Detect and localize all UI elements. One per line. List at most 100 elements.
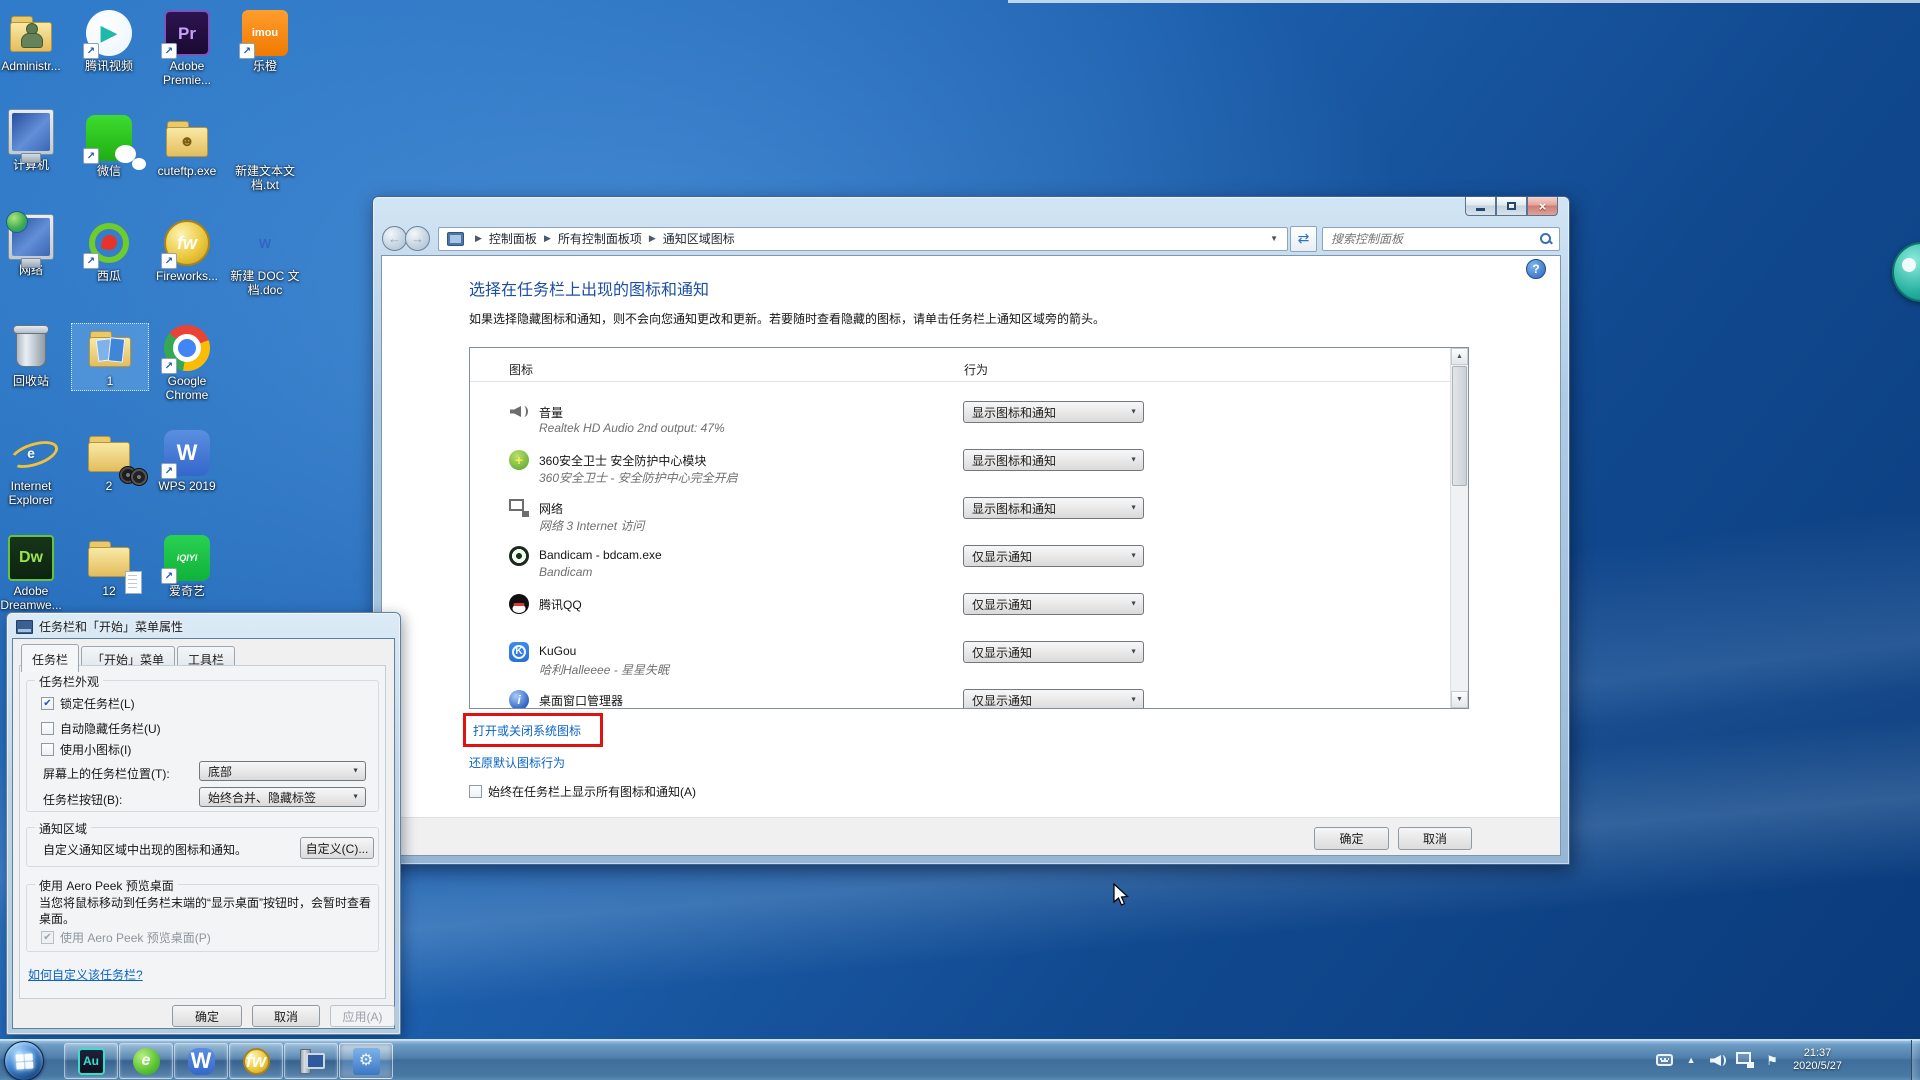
behavior-dropdown[interactable]: 显示图标和通知 — [963, 497, 1144, 519]
taskbar-button-fireworks[interactable]: fw — [229, 1043, 283, 1079]
forward-button[interactable]: → — [405, 226, 430, 251]
scroll-down-icon[interactable]: ▼ — [1451, 691, 1468, 708]
help-icon[interactable]: ? — [1526, 259, 1546, 279]
desktop-icon-network[interactable]: 网络 — [0, 218, 69, 280]
back-button[interactable]: ← — [382, 226, 407, 251]
behavior-dropdown[interactable]: 仅显示通知 — [963, 545, 1144, 567]
aero-peek-checkbox[interactable] — [41, 931, 54, 944]
maximize-button[interactable] — [1496, 197, 1527, 216]
taskbar-button-computer-explorer[interactable] — [284, 1043, 338, 1079]
behavior-dropdown[interactable]: 仅显示通知 — [963, 641, 1144, 663]
tray-hidden-up-arrow-icon[interactable]: ▲ — [1682, 1051, 1700, 1069]
taskbar-location-dropdown[interactable]: 底部 — [199, 761, 366, 781]
appearance-checkbox[interactable] — [41, 722, 54, 735]
appearance-checkbox[interactable] — [41, 743, 54, 756]
tab-taskbar[interactable]: 任务栏 — [21, 644, 79, 672]
address-bar[interactable]: ▶ 控制面板▶所有控制面板项▶通知区域图标 ▼ — [438, 227, 1288, 251]
desktop-icon-folder-1[interactable]: 1 — [71, 323, 149, 391]
close-button[interactable]: × — [1527, 197, 1558, 216]
behavior-value: 仅显示通知 — [972, 548, 1032, 565]
taskbar-buttons-dropdown[interactable]: 始终合并、隐藏标签 — [199, 787, 366, 807]
desktop-icon-new-text-file[interactable]: 新建文本文 档.txt — [227, 113, 303, 195]
taskbar-clock[interactable]: 21:37 2020/5/27 — [1793, 1047, 1842, 1073]
tray-network-icon[interactable] — [1736, 1051, 1754, 1069]
desktop-icon-imou-lecheng[interactable]: imou乐橙 — [227, 8, 303, 76]
show-all-icons-checkbox[interactable] — [469, 785, 482, 798]
system-icons-link[interactable]: 打开或关闭系统图标 — [473, 722, 581, 739]
recycle-icon — [16, 329, 46, 367]
breadcrumb-arrow-icon: ▶ — [475, 233, 482, 244]
customize-taskbar-help-link[interactable]: 如何自定义该任务栏? — [28, 966, 143, 983]
desktop-icon-xigua[interactable]: 西瓜 — [71, 218, 147, 286]
icon-wrap: fw — [164, 220, 210, 266]
person-decoration — [18, 22, 44, 48]
address-dropdown-icon[interactable]: ▼ — [1265, 234, 1283, 243]
tray-keyboard-icon[interactable] — [1655, 1051, 1673, 1069]
desktop-icon-label: Administr... — [0, 59, 69, 73]
taskbar-button-adobe-audition[interactable]: Au — [64, 1043, 118, 1079]
desktop-icon-new-doc-file[interactable]: W新建 DOC 文 档.doc — [227, 218, 303, 300]
desktop-icon-wps-2019[interactable]: WWPS 2019 — [149, 428, 225, 496]
desktop-icon-folder-12[interactable]: 12 — [71, 533, 147, 601]
search-box[interactable] — [1322, 227, 1560, 251]
desktop-icon-fireworks[interactable]: fw Fireworks... — [149, 218, 225, 286]
scrollbar[interactable]: ▲ ▼ — [1450, 348, 1468, 708]
notification-item-row: i桌面窗口管理器配色方案已更改为 Windows 7 Basic仅显示通知 — [470, 683, 1451, 709]
search-input[interactable] — [1329, 231, 1539, 247]
refresh-button[interactable]: ⇄ — [1290, 226, 1317, 252]
item-name: KuGou — [539, 644, 576, 658]
audition-icon: Au — [78, 1048, 105, 1075]
desktop-icon-tencent-video[interactable]: ▶腾讯视频 — [71, 8, 147, 76]
aero-peek-label: 使用 Aero Peek 预览桌面(P) — [60, 929, 211, 946]
tray-volume-icon[interactable] — [1709, 1051, 1727, 1069]
network-icon — [1736, 1051, 1754, 1069]
taskbar-button-browser-360[interactable]: e — [119, 1043, 173, 1079]
desktop-icon-recycle-bin[interactable]: 回收站 — [0, 323, 69, 391]
restore-defaults-link[interactable]: 还原默认图标行为 — [469, 754, 565, 771]
desktop-icon-adobe-dreamweaver[interactable]: DwAdobe Dreamwe... — [0, 533, 69, 615]
select-label: 屏幕上的任务栏位置(T): — [43, 765, 170, 782]
dialog-apply-button[interactable]: 应用(A) — [330, 1005, 395, 1027]
breadcrumb-segment[interactable]: 所有控制面板项 — [558, 230, 642, 247]
behavior-dropdown[interactable]: 显示图标和通知 — [963, 449, 1144, 471]
ok-button[interactable]: 确定 — [1314, 827, 1389, 850]
dialog-ok-button[interactable]: 确定 — [172, 1005, 242, 1027]
desktop-icon-label: 新建 DOC 文 档.doc — [227, 269, 303, 297]
desktop-icon-label: Fireworks... — [149, 269, 225, 283]
user-folder-icon — [8, 10, 54, 56]
desktop-icon-administrator-folder[interactable]: Administr... — [0, 8, 69, 76]
desktop-icon-google-chrome[interactable]: Google Chrome — [149, 323, 225, 405]
desktop-icon-adobe-premiere[interactable]: PrAdobe Premie... — [149, 8, 225, 90]
minimize-button[interactable] — [1465, 197, 1496, 216]
appearance-checkbox-row: 使用小图标(I) — [41, 741, 131, 758]
taskbar-button-control-panel[interactable]: ⚙ — [339, 1043, 393, 1079]
tray-icons: ▲⚑ — [1646, 1051, 1781, 1069]
dialog-cancel-button[interactable]: 取消 — [252, 1005, 320, 1027]
behavior-dropdown[interactable]: 显示图标和通知 — [963, 401, 1144, 423]
customize-button[interactable]: 自定义(C)... — [300, 837, 374, 859]
icon-wrap — [86, 430, 132, 476]
desktop-icon-internet-explorer[interactable]: eInternet Explorer — [0, 428, 69, 510]
windows-flag-icon — [15, 1053, 33, 1069]
appearance-checkbox[interactable] — [41, 697, 54, 710]
row-icon-wrap: + — [509, 450, 529, 470]
scrollbar-thumb[interactable] — [1452, 366, 1467, 486]
notification-area-text: 自定义通知区域中出现的图标和通知。 — [43, 841, 247, 858]
scroll-up-icon[interactable]: ▲ — [1451, 348, 1468, 365]
behavior-dropdown[interactable]: 仅显示通知 — [963, 689, 1144, 709]
taskbar-button-wps-office[interactable]: W — [174, 1043, 228, 1079]
desktop-icon-cuteftp[interactable]: cuteftp.exe — [149, 113, 225, 181]
start-button[interactable] — [4, 1041, 44, 1080]
cancel-button[interactable]: 取消 — [1398, 827, 1472, 850]
breadcrumb-segment[interactable]: 控制面板 — [489, 230, 537, 247]
icon-wrap — [86, 220, 132, 266]
desktop-icon-computer[interactable]: 计算机 — [0, 113, 69, 175]
tray-action-center-flag-icon[interactable]: ⚑ — [1763, 1051, 1781, 1069]
desktop-icon-iqiyi[interactable]: iQIYI爱奇艺 — [149, 533, 225, 601]
show-desktop-button[interactable] — [1911, 1040, 1920, 1080]
desktop-icon-wechat[interactable]: 微信 — [71, 113, 147, 181]
behavior-dropdown[interactable]: 仅显示通知 — [963, 593, 1144, 615]
qq-icon — [509, 594, 529, 614]
desktop-icon-folder-2[interactable]: 2 — [71, 428, 147, 496]
breadcrumb-segment[interactable]: 通知区域图标 — [663, 230, 735, 247]
